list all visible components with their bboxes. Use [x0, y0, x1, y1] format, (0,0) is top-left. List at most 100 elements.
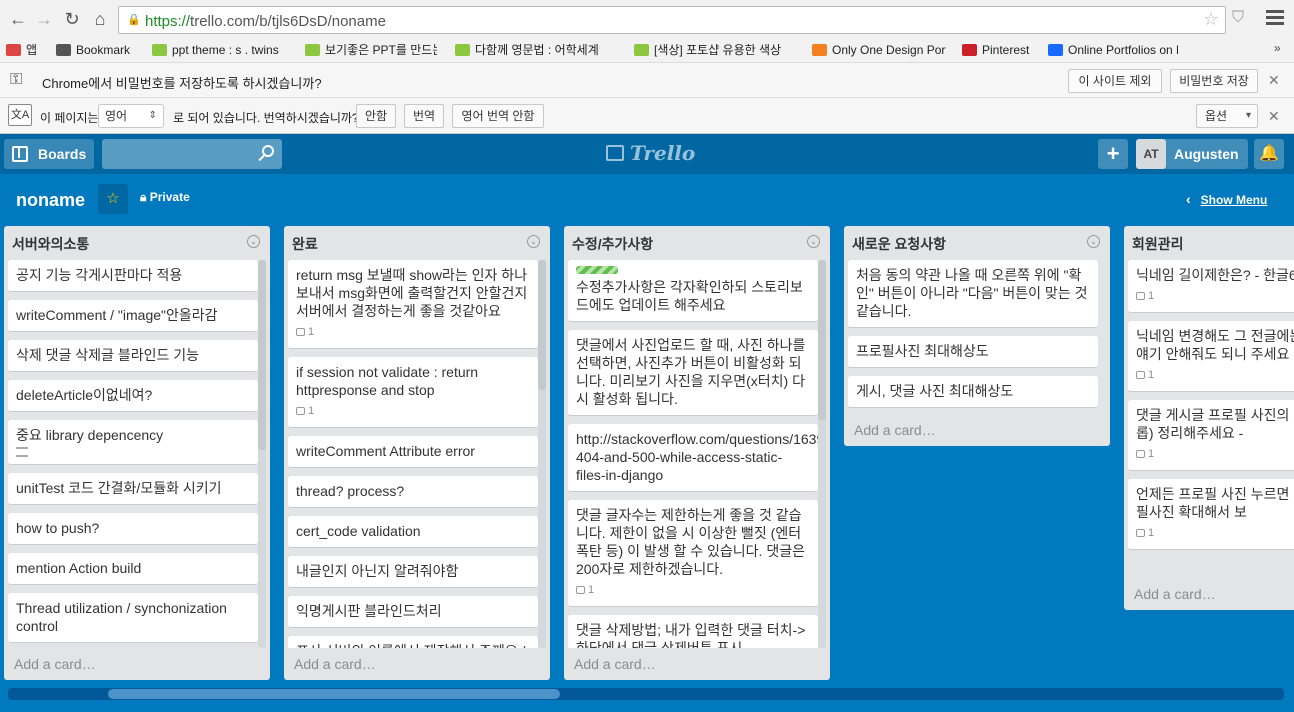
- card[interactable]: 처음 동의 약관 나올 때 오른쪽 위에 "확인" 버튼이 아니라 "다음" 버…: [848, 260, 1098, 328]
- card-title: 처음 동의 약관 나올 때 오른쪽 위에 "확인" 버튼이 아니라 "다음" 버…: [856, 267, 1088, 319]
- lock-icon: 🔒: [127, 14, 141, 26]
- translate-options-select[interactable]: 옵션 ▾: [1196, 104, 1258, 128]
- list-column[interactable]: 새로운 요청사항 ⌄ 처음 동의 약관 나올 때 오른쪽 위에 "확인" 버튼이 아…: [844, 226, 1110, 446]
- card[interactable]: 내글인지 아닌지 알려줘야함: [288, 556, 538, 588]
- forward-icon[interactable]: →: [34, 9, 54, 29]
- reload-icon[interactable]: ↻: [62, 9, 82, 29]
- translate-never-button[interactable]: 영어 번역 안함: [452, 104, 544, 128]
- horizontal-scrollbar[interactable]: [8, 688, 1284, 700]
- card[interactable]: Thread utilization / synchonization cont…: [8, 593, 258, 643]
- boards-button[interactable]: Boards: [4, 139, 94, 169]
- search-input[interactable]: [102, 139, 282, 169]
- card[interactable]: writeComment / "image"안올라감: [8, 300, 258, 332]
- card[interactable]: 공지 기능 각게시판마다 적용: [8, 260, 258, 292]
- card[interactable]: http://stackoverflow.com/questions/16398…: [568, 424, 818, 492]
- show-menu-link[interactable]: ‹ Show Menu: [1186, 191, 1267, 207]
- card[interactable]: 게시, 댓글 사진 최대해상도: [848, 376, 1098, 408]
- list-menu-icon[interactable]: ⌄: [247, 235, 260, 248]
- list-title[interactable]: 서버와의소통: [12, 234, 89, 254]
- card[interactable]: unitTest 코드 간결화/모듈화 시키기: [8, 473, 258, 505]
- card[interactable]: 프로필사진 최대해상도: [848, 336, 1098, 368]
- comment-count: 1: [1148, 369, 1155, 381]
- chrome-menu-icon[interactable]: [1266, 10, 1284, 28]
- card[interactable]: 중요 library depencency: [8, 420, 258, 465]
- list-column[interactable]: 회원관리⌄닉네임 길이제한은? - 한글61닉네임 변경해도 그 전글에는 않는…: [1124, 226, 1294, 610]
- card[interactable]: 프사 서버의 이름에서 제작해서 주께요 /: [288, 636, 538, 648]
- list-column[interactable]: 완료 ⌄ return msg 보낼때 show라는 인자 하나 보내서 msg화면…: [284, 226, 550, 680]
- list-column[interactable]: 수정/추가사항 ⌄ 수정추가사항은 각자확인하되 스토리보드에도 업데이트 해주세요…: [564, 226, 830, 680]
- card[interactable]: how to push?: [8, 513, 258, 545]
- list-title[interactable]: 완료: [292, 234, 318, 254]
- scrollbar-thumb[interactable]: [258, 260, 266, 450]
- address-bar[interactable]: 🔒 https://trello.com/b/tjls6DsD/noname ☆: [118, 6, 1226, 34]
- card[interactable]: 익명게시판 블라인드처리: [288, 596, 538, 628]
- language-select[interactable]: 영어 ⇕: [98, 104, 164, 128]
- notifications-bell-icon[interactable]: 🔔: [1254, 139, 1284, 169]
- card[interactable]: if session not validate : return httpres…: [288, 357, 538, 428]
- bookmark-item[interactable]: [색상] 포토샵 유용한 색상: [634, 41, 782, 59]
- bookmark-item[interactable]: 다함께 영문법 : 어학세계: [455, 41, 603, 59]
- bookmark-star-icon[interactable]: ☆: [1203, 9, 1219, 30]
- list-title[interactable]: 수정/추가사항: [572, 234, 653, 254]
- card[interactable]: deleteArticle이없네여?: [8, 380, 258, 412]
- translate-nope-button[interactable]: 안함: [356, 104, 396, 128]
- user-menu-button[interactable]: AT Augusten: [1136, 139, 1248, 169]
- bookmark-item[interactable]: Only One Design Port: [812, 41, 946, 59]
- close-icon[interactable]: ✕: [1268, 108, 1280, 125]
- card[interactable]: writeComment Attribute error: [288, 436, 538, 468]
- card[interactable]: 댓글 글자수는 제한하는게 좋을 것 같습니다. 제한이 없을 시 이상한 뻘짓…: [568, 500, 818, 607]
- card[interactable]: 수정추가사항은 각자확인하되 스토리보드에도 업데이트 해주세요: [568, 260, 818, 322]
- card[interactable]: 언제든 프로필 사진 누르면 사요? (프로필사진 확대해서 보 1: [1128, 479, 1294, 550]
- card[interactable]: 닉네임 변경해도 그 전글에는 않는다고 얘기 안해줘도 되니 주세요 1: [1128, 321, 1294, 392]
- card[interactable]: return msg 보낼때 show라는 인자 하나 보내서 msg화면에 출…: [288, 260, 538, 349]
- extension-shield-icon[interactable]: ⛉: [1232, 9, 1250, 29]
- add-card-link[interactable]: Add a card…: [14, 656, 96, 672]
- translate-button[interactable]: 번역: [404, 104, 444, 128]
- search-icon[interactable]: [262, 145, 274, 157]
- trello-header: Boards Trello + AT Augusten 🔔: [0, 134, 1294, 174]
- card[interactable]: 댓글에서 사진업로드 할 때, 사진 하나를 선택하면, 사진추가 버튼이 비활…: [568, 330, 818, 416]
- bookmark-item[interactable]: Online Portfolios on Be: [1048, 41, 1178, 59]
- list-menu-icon[interactable]: ⌄: [807, 235, 820, 248]
- trello-logo[interactable]: Trello: [606, 141, 695, 166]
- card[interactable]: 댓글 삭제방법; 내가 입력한 댓글 터치-> 하단에서 댓글 삭제버튼 표시: [568, 615, 818, 648]
- visibility-button[interactable]: 🔒︎ Private: [140, 190, 190, 205]
- home-icon[interactable]: ⌂: [90, 9, 110, 29]
- card[interactable]: cert_code validation: [288, 516, 538, 548]
- scrollbar-thumb[interactable]: [818, 260, 826, 420]
- list-title[interactable]: 새로운 요청사항: [852, 234, 946, 254]
- password-never-button[interactable]: 이 사이트 제외: [1068, 69, 1162, 93]
- star-icon[interactable]: ☆: [98, 184, 128, 214]
- password-save-button[interactable]: 비밀번호 저장: [1170, 69, 1258, 93]
- add-card-link[interactable]: Add a card…: [854, 422, 936, 438]
- bookmark-item[interactable]: 앱: [6, 41, 46, 59]
- bookmark-item[interactable]: ppt theme : s . twins: [152, 41, 284, 59]
- list-menu-icon[interactable]: ⌄: [527, 235, 540, 248]
- list-scrollbar[interactable]: [258, 260, 266, 648]
- add-button[interactable]: +: [1098, 139, 1128, 169]
- list-title[interactable]: 회원관리: [1132, 234, 1184, 254]
- list-scrollbar[interactable]: [818, 260, 826, 648]
- card-title: how to push?: [16, 520, 100, 536]
- card[interactable]: thread? process?: [288, 476, 538, 508]
- add-card-link[interactable]: Add a card…: [294, 656, 376, 672]
- list-menu-icon[interactable]: ⌄: [1087, 235, 1100, 248]
- list-column[interactable]: 서버와의소통 ⌄ 공지 기능 각게시판마다 적용 writeComment / "im…: [4, 226, 270, 680]
- bookmark-item[interactable]: Pinterest: [962, 41, 1038, 59]
- bookmark-item[interactable]: Bookmarks: [56, 41, 130, 59]
- board-title[interactable]: noname: [16, 190, 85, 211]
- add-card-link[interactable]: Add a card…: [574, 656, 656, 672]
- bookmark-item[interactable]: 보기좋은 PPT를 만드는: [305, 41, 437, 59]
- card[interactable]: 닉네임 길이제한은? - 한글6 1: [1128, 260, 1294, 313]
- bookmarks-overflow-icon[interactable]: »: [1274, 41, 1281, 55]
- add-card-link[interactable]: Add a card…: [1134, 586, 1216, 602]
- scrollbar-thumb[interactable]: [108, 689, 560, 699]
- close-icon[interactable]: ✕: [1268, 72, 1280, 89]
- card[interactable]: 삭제 댓글 삭제글 블라인드 기능: [8, 340, 258, 372]
- card-title: unitTest 코드 간결화/모듈화 시키기: [16, 480, 222, 496]
- card[interactable]: mention Action build: [8, 553, 258, 585]
- list-scrollbar[interactable]: [538, 260, 546, 648]
- scrollbar-thumb[interactable]: [538, 260, 546, 390]
- back-icon[interactable]: ←: [8, 9, 28, 29]
- card[interactable]: 댓글 게시글 프로필 사진의 사이즈, 크롭) 정리해주세요 - 1: [1128, 400, 1294, 471]
